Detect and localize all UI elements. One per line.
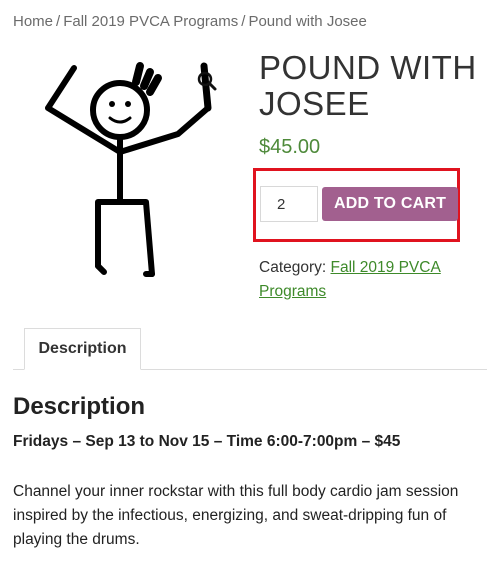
breadcrumb-separator: / <box>56 13 61 30</box>
quantity-input[interactable] <box>260 186 318 222</box>
description-heading: Description <box>13 393 146 420</box>
description-dates: Fridays – Sep 13 to Nov 15 – Time 6:00-7… <box>13 433 401 450</box>
breadcrumb-separator: / <box>241 13 246 30</box>
magnifier-icon[interactable] <box>196 70 218 92</box>
breadcrumb-category-link[interactable]: Fall 2019 PVCA Programs <box>63 13 238 30</box>
tab-description[interactable]: Description <box>24 328 141 370</box>
product-title: POUND WITH JOSEE <box>259 49 477 122</box>
product-price: $45.00 <box>259 136 321 158</box>
description-body: Channel your inner rockstar with this fu… <box>13 483 459 548</box>
product-category: Category: Fall 2019 PVCA Programs <box>259 256 484 304</box>
breadcrumb: Home / Fall 2019 PVCA Programs / Pound with … <box>13 13 367 30</box>
category-label: Category: <box>259 259 327 276</box>
add-to-cart-button[interactable]: ADD TO CART <box>322 187 458 221</box>
breadcrumb-current: Pound with Josee <box>248 13 367 30</box>
breadcrumb-home-link[interactable]: Home <box>13 13 53 30</box>
